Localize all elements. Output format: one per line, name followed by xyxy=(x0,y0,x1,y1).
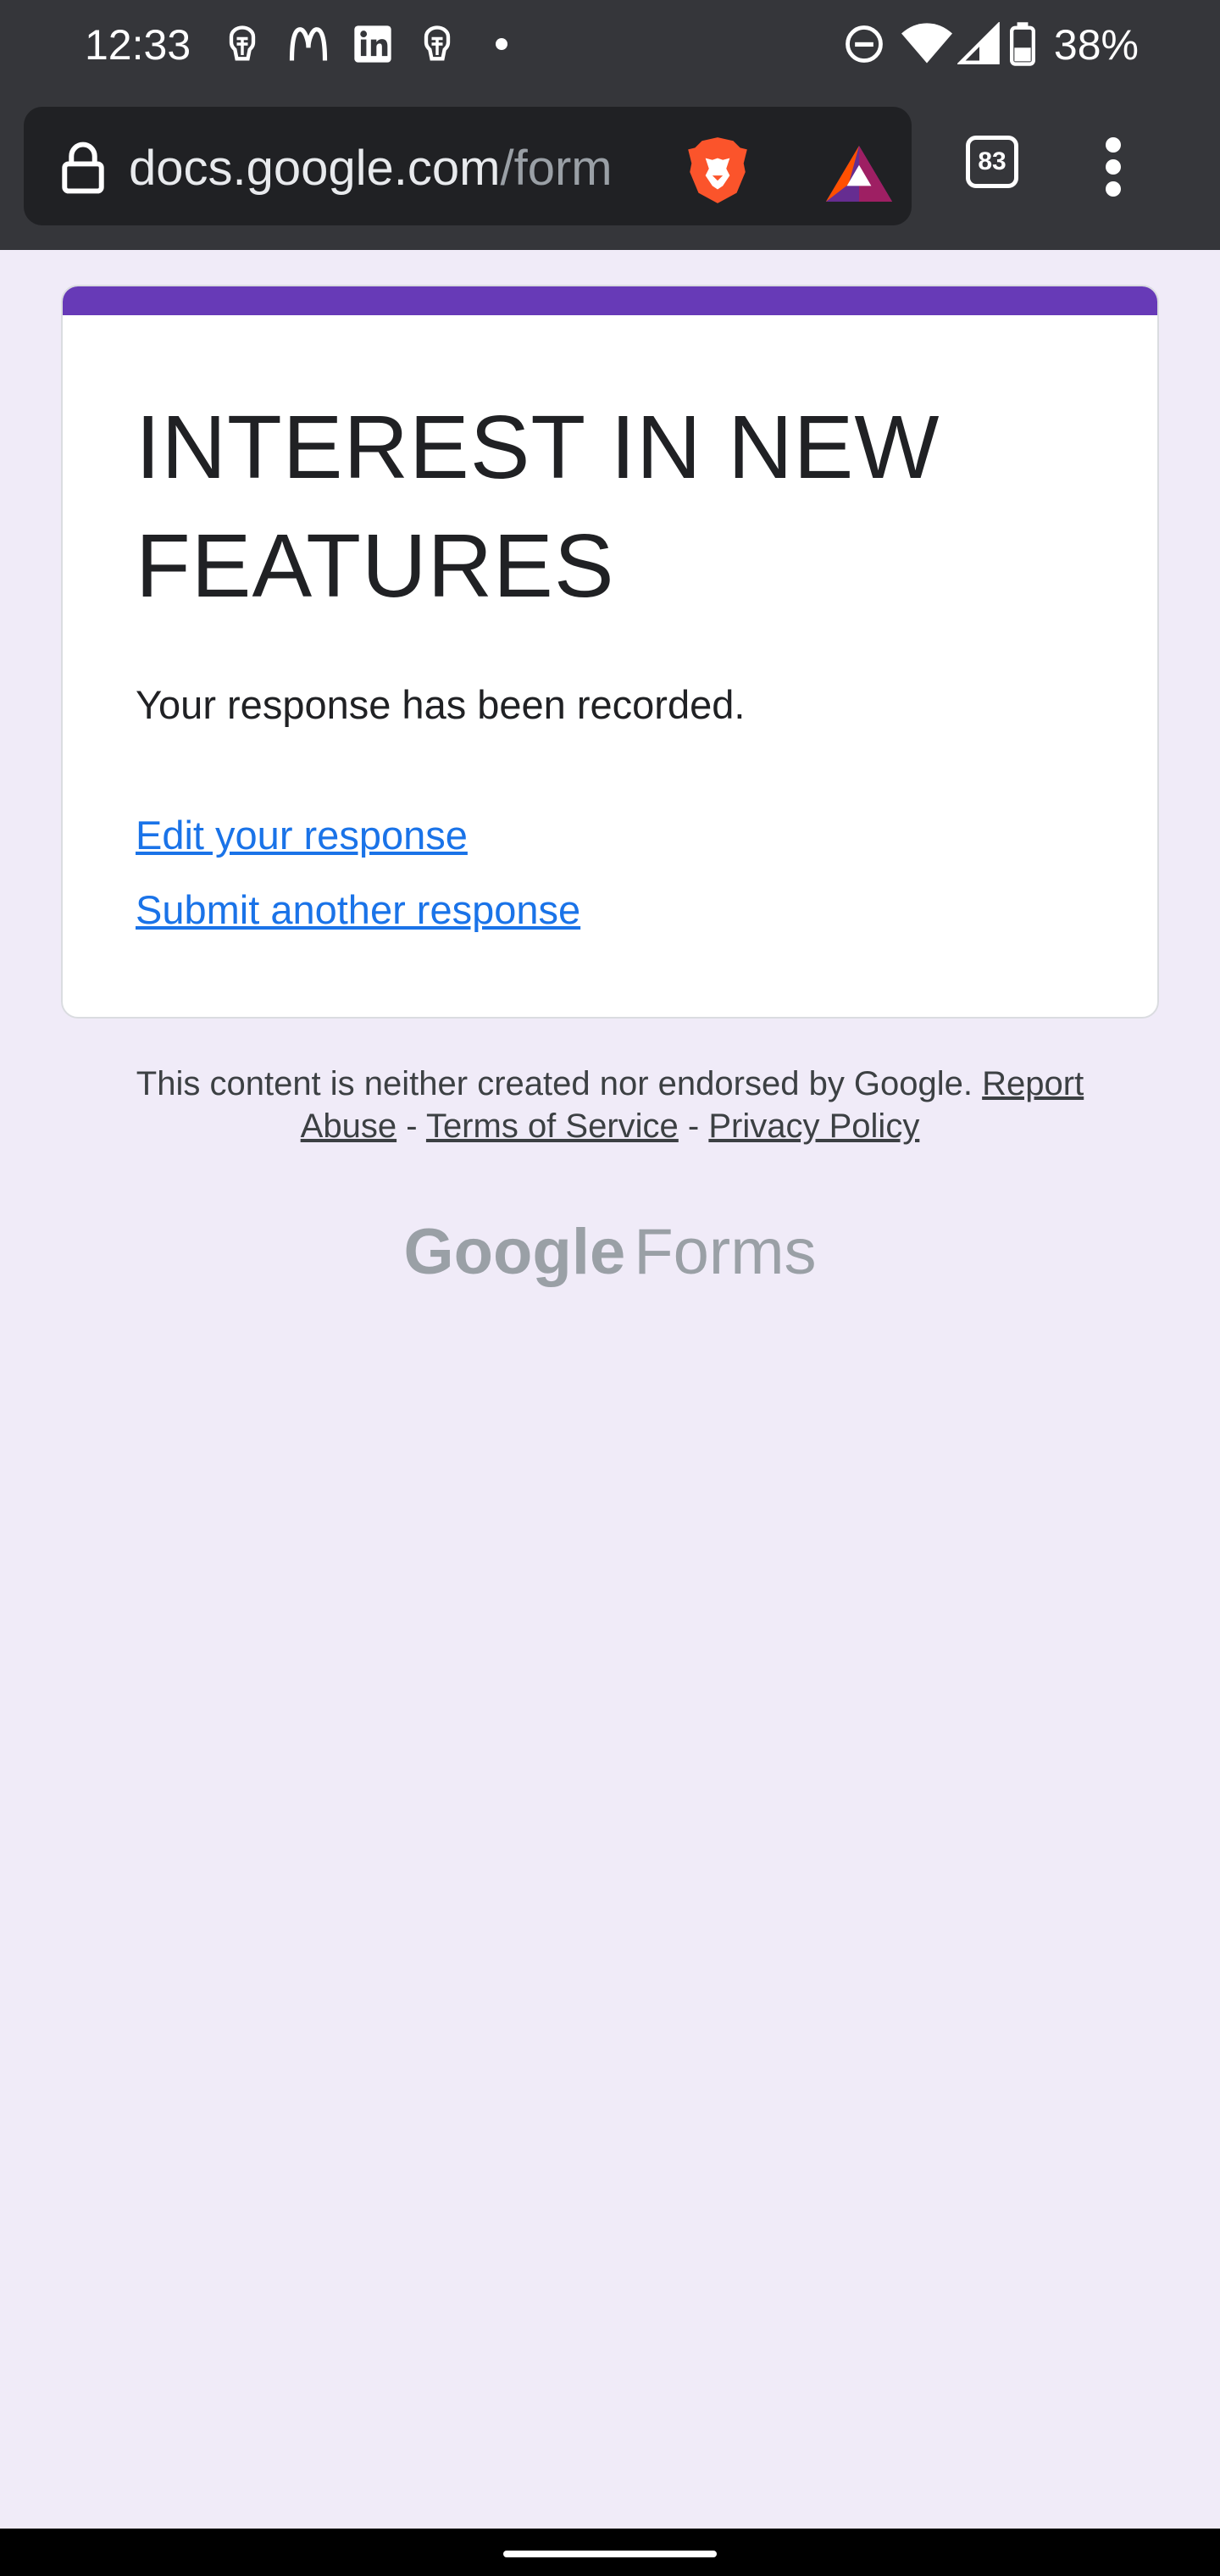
wifi-icon xyxy=(901,19,952,69)
disclaimer-text: This content is neither created nor endo… xyxy=(136,1065,973,1102)
ai-app-icon xyxy=(220,19,264,69)
terms-of-service-link[interactable]: Terms of Service xyxy=(426,1108,679,1145)
address-bar[interactable]: docs.google.com/form xyxy=(24,107,912,225)
form-card: INTEREST IN NEW FEATURES Your response h… xyxy=(61,285,1159,1019)
tab-switcher-button[interactable]: 83 xyxy=(966,136,1018,188)
system-navigation-bar xyxy=(0,2529,1220,2576)
mcdonalds-icon xyxy=(286,19,330,69)
privacy-policy-link[interactable]: Privacy Policy xyxy=(708,1108,919,1145)
battery-percentage: 38% xyxy=(1053,21,1139,69)
status-bar: 12:33 38% xyxy=(0,0,1220,93)
battery-icon xyxy=(1010,19,1035,69)
browser-toolbar: docs.google.com/form 83 xyxy=(0,93,1220,250)
google-forms-logo[interactable]: Google Forms xyxy=(0,1210,1220,1295)
clock: 12:33 xyxy=(85,21,191,69)
home-gesture-handle[interactable] xyxy=(503,2551,717,2557)
form-title: INTEREST IN NEW FEATURES xyxy=(136,397,940,616)
footer-separator: - xyxy=(406,1108,418,1145)
submit-another-response-link[interactable]: Submit another response xyxy=(136,885,580,935)
linkedin-icon xyxy=(351,19,395,69)
dot-icon xyxy=(495,19,508,69)
confirmation-message: Your response has been recorded. xyxy=(136,682,746,727)
brave-shields-icon[interactable] xyxy=(683,134,752,211)
do-not-disturb-icon xyxy=(842,19,886,69)
more-options-icon[interactable] xyxy=(1101,137,1125,205)
url-path: /form xyxy=(500,141,613,196)
form-accent-bar xyxy=(63,286,1157,315)
brave-rewards-icon[interactable] xyxy=(824,144,895,208)
footer-separator: - xyxy=(687,1108,700,1145)
url-host: docs.google.com xyxy=(129,141,501,196)
brand-forms: Forms xyxy=(634,1216,817,1288)
lock-icon[interactable] xyxy=(59,141,107,199)
signal-icon xyxy=(957,19,1001,69)
ai-app-icon xyxy=(415,19,459,69)
brand-google: Google xyxy=(403,1216,626,1288)
url-text[interactable]: docs.google.com/form xyxy=(129,139,654,198)
edit-response-link[interactable]: Edit your response xyxy=(136,810,468,861)
footer-disclaimer: This content is neither created nor endo… xyxy=(85,1063,1135,1147)
